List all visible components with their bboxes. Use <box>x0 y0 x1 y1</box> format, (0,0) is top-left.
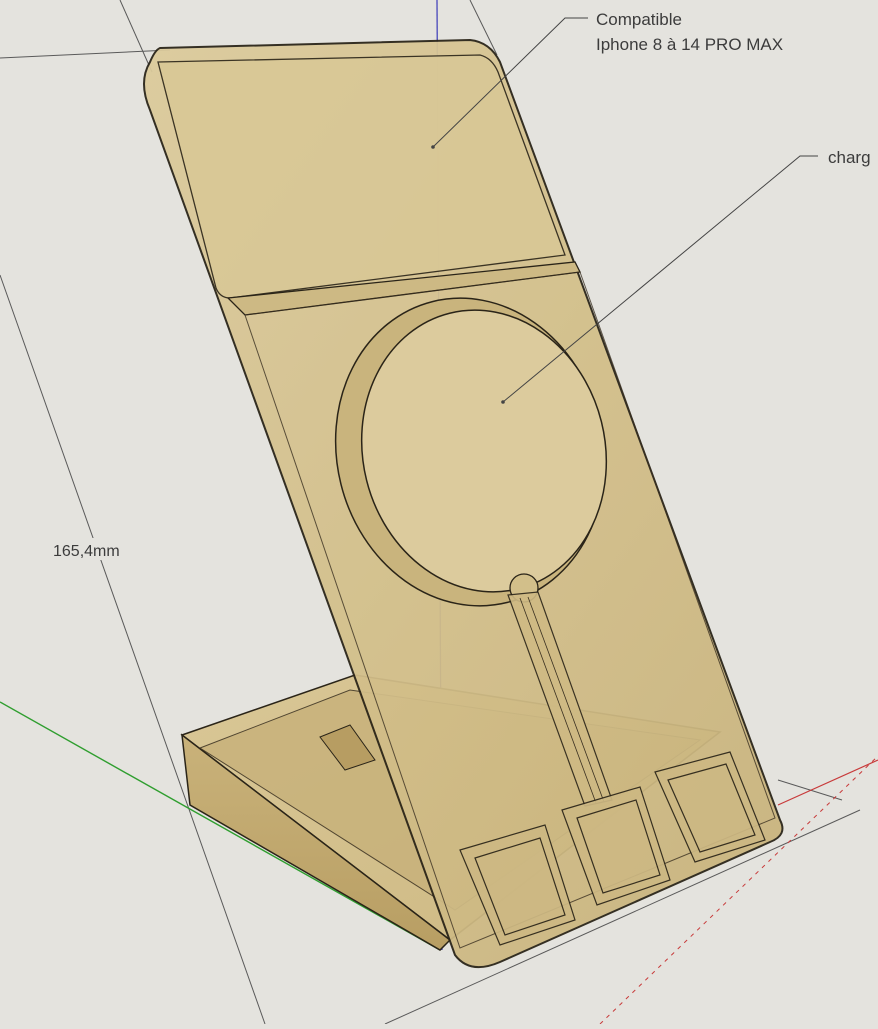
height-dimension: 165,4mm <box>48 538 140 560</box>
model-canvas[interactable]: Compatible Iphone 8 à 14 PRO MAX charg 1… <box>0 0 878 1025</box>
annotation-charger: charg <box>828 148 871 167</box>
leader-dot-charger <box>501 400 505 404</box>
annotation-compatible-line2: Iphone 8 à 14 PRO MAX <box>596 35 783 54</box>
leader-dot-compatible <box>431 145 435 149</box>
annotation-compatible-line1: Compatible <box>596 10 682 29</box>
height-dimension-label: 165,4mm <box>53 543 120 560</box>
sketchup-viewport[interactable]: Compatible Iphone 8 à 14 PRO MAX charg 1… <box>0 0 878 1025</box>
panel-top-lip <box>157 54 566 299</box>
red-axis-solid <box>777 759 878 806</box>
